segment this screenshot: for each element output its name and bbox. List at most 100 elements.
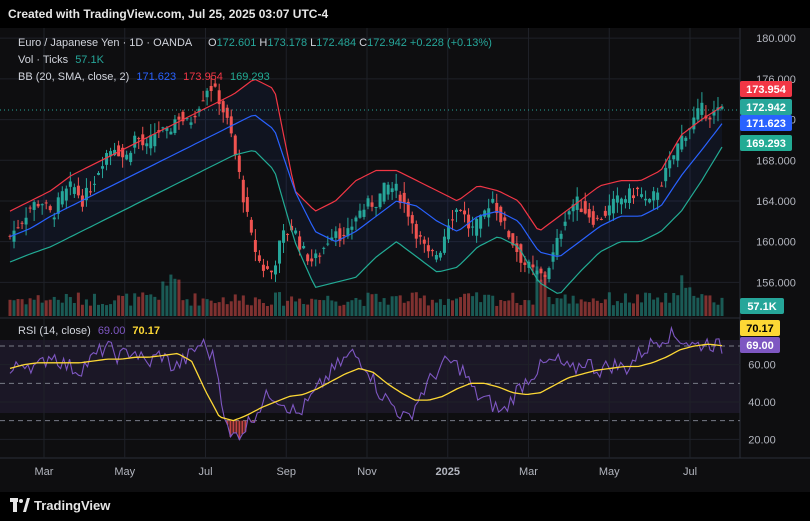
legend-o-value: 172.601 xyxy=(217,37,257,49)
volume-bar xyxy=(575,303,579,316)
volume-bar xyxy=(599,303,603,316)
volume-bar xyxy=(56,299,60,316)
candle-body xyxy=(390,188,394,193)
volume-bar xyxy=(185,299,189,316)
volume-bar xyxy=(28,298,32,316)
volume-bar xyxy=(8,299,12,316)
price-tick-label: 160.000 xyxy=(756,237,796,249)
candle-body xyxy=(394,183,398,191)
candle-body xyxy=(257,255,261,262)
volume-bar xyxy=(656,297,660,316)
candle-body xyxy=(153,134,157,147)
volume-bar xyxy=(205,299,209,316)
candle-body xyxy=(358,210,362,218)
volume-bar xyxy=(567,303,571,316)
volume-bar xyxy=(101,303,105,316)
volume-bar xyxy=(720,297,724,316)
badge-lower: 169.293 xyxy=(740,135,792,151)
candle-body xyxy=(410,215,414,224)
volume-bar xyxy=(442,305,446,316)
volume-bar xyxy=(632,303,636,316)
candle-body xyxy=(503,217,507,221)
candle-body xyxy=(221,101,225,113)
chart-svg[interactable]: 180.000176.000172.000168.000164.000160.0… xyxy=(0,28,810,492)
volume-bar xyxy=(105,305,109,316)
candle-body xyxy=(636,187,640,190)
candle-body xyxy=(241,179,245,203)
volume-bar xyxy=(563,294,567,316)
candle-body xyxy=(652,191,656,201)
candle-body xyxy=(615,195,619,203)
volume-bar xyxy=(547,297,551,316)
volume-bar xyxy=(539,279,543,316)
candle-body xyxy=(72,187,76,194)
volume-bar xyxy=(555,298,559,316)
volume-bar xyxy=(463,293,467,316)
candle-body xyxy=(648,198,652,203)
volume-bar xyxy=(201,298,205,316)
volume-bar xyxy=(615,301,619,316)
badge-volume-text: 57.1K xyxy=(747,301,776,313)
candle-body xyxy=(563,221,567,226)
candle-body xyxy=(543,274,547,278)
candle-body xyxy=(483,210,487,217)
volume-bar xyxy=(197,305,201,316)
volume-bar xyxy=(672,293,676,316)
candle-body xyxy=(422,239,426,244)
rsi-tick-label: 60.00 xyxy=(748,360,776,372)
candle-body xyxy=(450,219,454,221)
volume-bar xyxy=(165,285,169,316)
candle-body xyxy=(414,224,418,239)
chart-area[interactable]: 180.000176.000172.000168.000164.000160.0… xyxy=(0,28,810,492)
volume-bar xyxy=(611,305,615,316)
header-bar: Created with TradingView.com, Jul 25, 20… xyxy=(0,0,810,28)
candle-body xyxy=(189,122,193,125)
volume-bar xyxy=(422,295,426,316)
volume-bar xyxy=(113,300,117,316)
candle-body xyxy=(306,254,310,262)
time-tick-label: Nov xyxy=(357,466,377,478)
volume-bar xyxy=(141,292,145,316)
candle-body xyxy=(314,253,318,259)
volume-bar xyxy=(623,293,627,316)
volume-bar xyxy=(475,292,479,316)
volume-bar xyxy=(92,293,96,316)
badge-basis-text: 171.623 xyxy=(746,118,786,130)
legend-bb-upper: 173.954 xyxy=(183,71,223,83)
candle-body xyxy=(619,198,623,205)
candle-body xyxy=(430,250,434,252)
volume-bar xyxy=(450,300,454,316)
badge-rsi-ma-text: 70.17 xyxy=(746,323,774,335)
candle-body xyxy=(137,138,141,140)
volume-bar xyxy=(153,296,157,316)
candle-body xyxy=(491,198,495,203)
volume-bar xyxy=(52,296,56,316)
legend-rsi-label: RSI (14, close) xyxy=(18,325,91,337)
candle-body xyxy=(298,236,302,250)
volume-bar xyxy=(125,293,129,316)
time-tick-label: May xyxy=(114,466,135,478)
volume-bar xyxy=(354,297,358,316)
volume-bar xyxy=(515,302,519,316)
volume-bar xyxy=(314,299,318,316)
candle-body xyxy=(627,188,631,204)
badge-rsi-ma: 70.17 xyxy=(740,320,780,336)
volume-bar xyxy=(249,305,253,316)
candle-body xyxy=(455,209,459,212)
volume-bar xyxy=(72,302,76,316)
candle-body xyxy=(294,230,298,234)
volume-bar xyxy=(241,295,245,316)
candle-body xyxy=(44,202,48,204)
volume-bar xyxy=(455,298,459,316)
volume-bar xyxy=(229,301,233,316)
volume-bar xyxy=(68,297,72,316)
candle-body xyxy=(362,209,366,217)
candle-body xyxy=(402,192,406,203)
badge-upper-text: 173.954 xyxy=(746,84,787,96)
volume-bar xyxy=(269,304,273,316)
candle-body xyxy=(463,210,467,215)
volume-bar xyxy=(459,297,463,316)
candle-body xyxy=(322,247,326,249)
candle-body xyxy=(535,270,539,275)
volume-bar xyxy=(483,294,487,316)
